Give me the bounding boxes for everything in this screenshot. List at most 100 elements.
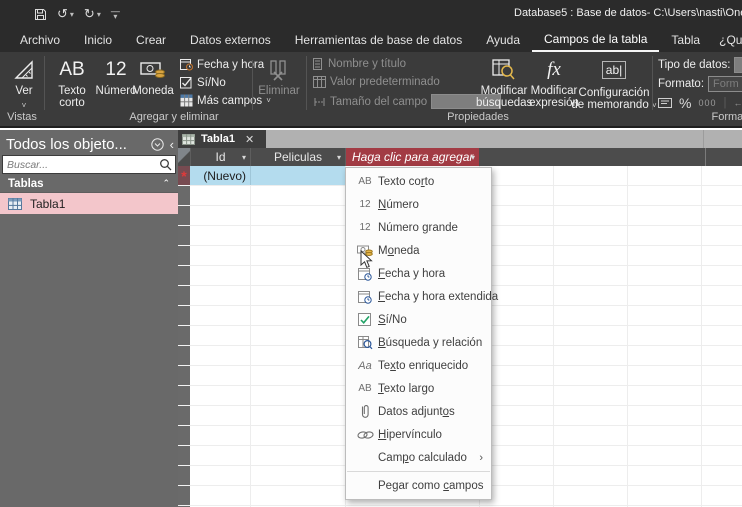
close-tab-icon[interactable]: ✕: [245, 133, 254, 146]
delete-columns-icon: [268, 55, 290, 85]
nav-menu-icon[interactable]: [150, 137, 164, 151]
title-bar: ↺ ▾ ↻ ▾ — ▾ Database5 : Base de datos- C:\U…: [0, 0, 742, 28]
menu-item-pegar-como-campos[interactable]: Pegar como campos: [346, 474, 491, 497]
menu-item-búsqueda-y-relación[interactable]: Búsqueda y relación: [346, 331, 491, 354]
datetime-extended-icon: [352, 290, 378, 304]
group-label-vistas: Vistas: [7, 111, 37, 123]
menu-item-número[interactable]: 12 Número: [346, 193, 491, 216]
nav-group-label: Tablas: [8, 177, 44, 190]
menu-item-label: Hipervínculo: [378, 428, 442, 441]
yes-no-label: Sí/No: [197, 76, 226, 89]
ribbon-tab-tabla[interactable]: Tabla: [659, 28, 712, 52]
menu-separator: [347, 471, 490, 472]
currency-button[interactable]: Moneda: [131, 55, 175, 97]
menu-item-texto-corto[interactable]: AB Texto corto: [346, 170, 491, 193]
menu-item-label: Sí/No: [378, 313, 407, 326]
datasheet-header-row: Id ▾ Peliculas ▾ Haga clic para agregar …: [178, 148, 742, 166]
menu-item-label: Búsqueda y relación: [378, 336, 483, 349]
field-type-menu: AB Texto corto 12 Número 12 Número grande Mone…: [345, 167, 498, 500]
save-icon[interactable]: [34, 8, 47, 21]
large-number-icon: 12: [359, 222, 371, 233]
ribbon-tab-ayuda[interactable]: Ayuda: [474, 28, 532, 52]
memo-settings-label: Configuración de memorando ˅: [571, 87, 657, 111]
name-caption-icon: [313, 58, 322, 70]
increase-decimals-icon[interactable]: ←.0: [733, 98, 742, 108]
navigation-pane: Todos los objeto... ‹ Buscar... Tablas ⌃…: [0, 130, 178, 507]
add-column-header[interactable]: Haga clic para agregar ▾: [345, 148, 479, 166]
customize-quick-access-icon[interactable]: — ▾: [111, 7, 120, 21]
fx-icon: fx: [547, 59, 561, 80]
yes-no-button[interactable]: Sí/No: [180, 76, 226, 89]
search-icon[interactable]: [159, 158, 172, 171]
collapse-group-icon[interactable]: ⌃: [162, 178, 170, 189]
number-icon: 12: [105, 59, 127, 80]
currency-format-icon[interactable]: [658, 97, 672, 109]
nav-pane-title-label: Todos los objeto...: [6, 135, 127, 153]
field-size-label: Tamaño del campo: [330, 95, 428, 108]
percent-icon[interactable]: %: [679, 95, 691, 111]
menu-item-número-grande[interactable]: 12 Número grande: [346, 216, 491, 239]
menu-item-texto-enriquecido[interactable]: Aa Texto enriquecido: [346, 354, 491, 377]
nav-search-placeholder: Buscar...: [7, 158, 49, 171]
table-icon: [182, 133, 195, 145]
column-header-label: Peliculas: [273, 150, 323, 164]
ribbon-tab-datos-externos[interactable]: Datos externos: [178, 28, 283, 52]
menu-item-sí-no[interactable]: Sí/No: [346, 308, 491, 331]
ribbon-tab-archivo[interactable]: Archivo: [8, 28, 72, 52]
document-tab-label: Tabla1: [201, 133, 236, 145]
menu-item-texto-largo[interactable]: AB Texto largo: [346, 377, 491, 400]
ribbon-tab-herramientas-de-base-de-datos[interactable]: Herramientas de base de datos: [283, 28, 474, 52]
menu-item-label: Moneda: [378, 244, 420, 257]
record-selector-column[interactable]: [178, 166, 190, 507]
column-dropdown-icon[interactable]: ▾: [471, 153, 475, 162]
nav-pane-title[interactable]: Todos los objeto... ‹: [6, 133, 174, 155]
menu-item-datos-adjuntos[interactable]: Datos adjuntos: [346, 400, 491, 423]
new-record-selector[interactable]: *: [178, 166, 190, 185]
nav-search-box[interactable]: Buscar...: [2, 155, 176, 174]
ribbon-tab-campos-de-la-tabla[interactable]: Campos de la tabla: [532, 28, 660, 52]
name-caption-button: Nombre y título: [313, 58, 406, 70]
menu-item-label: Datos adjuntos: [378, 405, 455, 418]
nav-item-tabla1[interactable]: Tabla1: [0, 193, 178, 214]
modify-lookups-label: Modificar búsquedas: [476, 85, 533, 109]
menu-item-fecha-y-hora-extendida[interactable]: Fecha y hora extendida: [346, 285, 498, 308]
select-all-corner[interactable]: [178, 148, 190, 166]
column-dropdown-icon[interactable]: ▾: [242, 153, 246, 162]
nav-item-label: Tabla1: [30, 196, 66, 211]
currency-label: Moneda: [132, 85, 174, 97]
ribbon-tab-crear[interactable]: Crear: [124, 28, 178, 52]
nav-group-tablas[interactable]: Tablas ⌃: [0, 175, 178, 193]
shutter-close-icon[interactable]: ‹: [170, 137, 174, 152]
yes-no-icon: [180, 77, 192, 89]
table-icon: [8, 197, 22, 210]
ribbon: Ver ˅ Vistas AB Texto corto 12 Número Mo…: [0, 52, 742, 128]
short-text-icon: AB: [358, 176, 372, 187]
tell-me-search[interactable]: ¿Qué desea: [712, 28, 742, 52]
data-type-label: Tipo de datos:: [658, 59, 731, 71]
view-button[interactable]: Ver ˅: [6, 55, 42, 112]
memo-settings-button[interactable]: ab| Configuración de memorando ˅: [571, 55, 657, 112]
default-value-icon: [313, 76, 326, 88]
new-record-row[interactable]: (Nuevo): [190, 166, 345, 185]
column-dropdown-icon[interactable]: ▾: [337, 153, 341, 162]
modify-lookups-button[interactable]: Modificar búsquedas: [476, 55, 533, 109]
undo-button[interactable]: ↺ ▾: [57, 6, 74, 22]
yesno-icon: [352, 312, 378, 327]
new-record-cell[interactable]: (Nuevo): [190, 166, 246, 185]
menu-item-campo-calculado[interactable]: Campo calculado ›: [346, 446, 491, 469]
view-label: Ver: [15, 85, 33, 97]
data-type-dropdown[interactable]: [734, 57, 742, 73]
data-type-row: Tipo de datos:: [658, 57, 742, 73]
short-text-button[interactable]: AB Texto corto: [50, 55, 94, 109]
redo-button[interactable]: ↻ ▾: [84, 6, 101, 22]
design-view-icon: [12, 55, 36, 85]
thousands-separator-icon[interactable]: 000: [698, 98, 716, 108]
memo-settings-icon: ab|: [601, 61, 627, 79]
column-header-id[interactable]: Id ▾: [190, 148, 250, 166]
column-header-peliculas[interactable]: Peliculas ▾: [250, 148, 345, 166]
ribbon-tab-inicio[interactable]: Inicio: [72, 28, 124, 52]
date-time-icon: [180, 59, 193, 71]
delete-button[interactable]: Eliminar: [256, 55, 302, 97]
menu-item-hipervínculo[interactable]: Hipervínculo: [346, 423, 491, 446]
document-tab-tabla1[interactable]: Tabla1 ✕: [178, 130, 266, 148]
